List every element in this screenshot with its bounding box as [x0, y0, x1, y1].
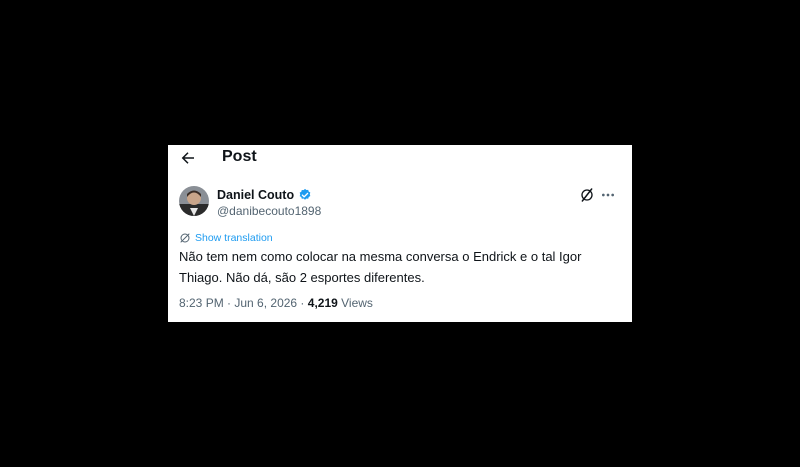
tweet-text: Não tem nem como colocar na mesma conver… — [179, 249, 582, 285]
meta-separator: · — [297, 296, 308, 310]
page-title: Post — [222, 148, 257, 165]
post-header: Post — [168, 145, 632, 171]
more-options-icon[interactable] — [600, 187, 616, 203]
author-name[interactable]: Daniel Couto — [217, 188, 294, 202]
post-meta: 8:23 PM · Jun 6, 2026 · 4,219 Views — [179, 296, 373, 310]
back-arrow-icon[interactable] — [179, 149, 197, 167]
meta-separator: · — [223, 296, 235, 310]
avatar-image — [179, 186, 209, 216]
show-translation-link[interactable]: Show translation — [195, 232, 273, 244]
translate-row[interactable]: Show translation — [179, 231, 273, 245]
views-label: Views — [337, 296, 373, 310]
views-count: 4,219 — [307, 296, 338, 310]
author-name-row: Daniel Couto — [217, 186, 312, 204]
globe-icon — [180, 233, 190, 243]
post-date[interactable]: Jun 6, 2026 — [234, 296, 297, 310]
avatar[interactable] — [179, 186, 209, 216]
verified-badge-icon — [299, 188, 311, 200]
post-card: Post Daniel Couto @danibecouto1898 Show … — [168, 145, 632, 322]
author-handle[interactable]: @danibecouto1898 — [217, 204, 321, 218]
grok-icon[interactable] — [579, 187, 595, 203]
post-time[interactable]: 8:23 PM — [179, 296, 224, 310]
